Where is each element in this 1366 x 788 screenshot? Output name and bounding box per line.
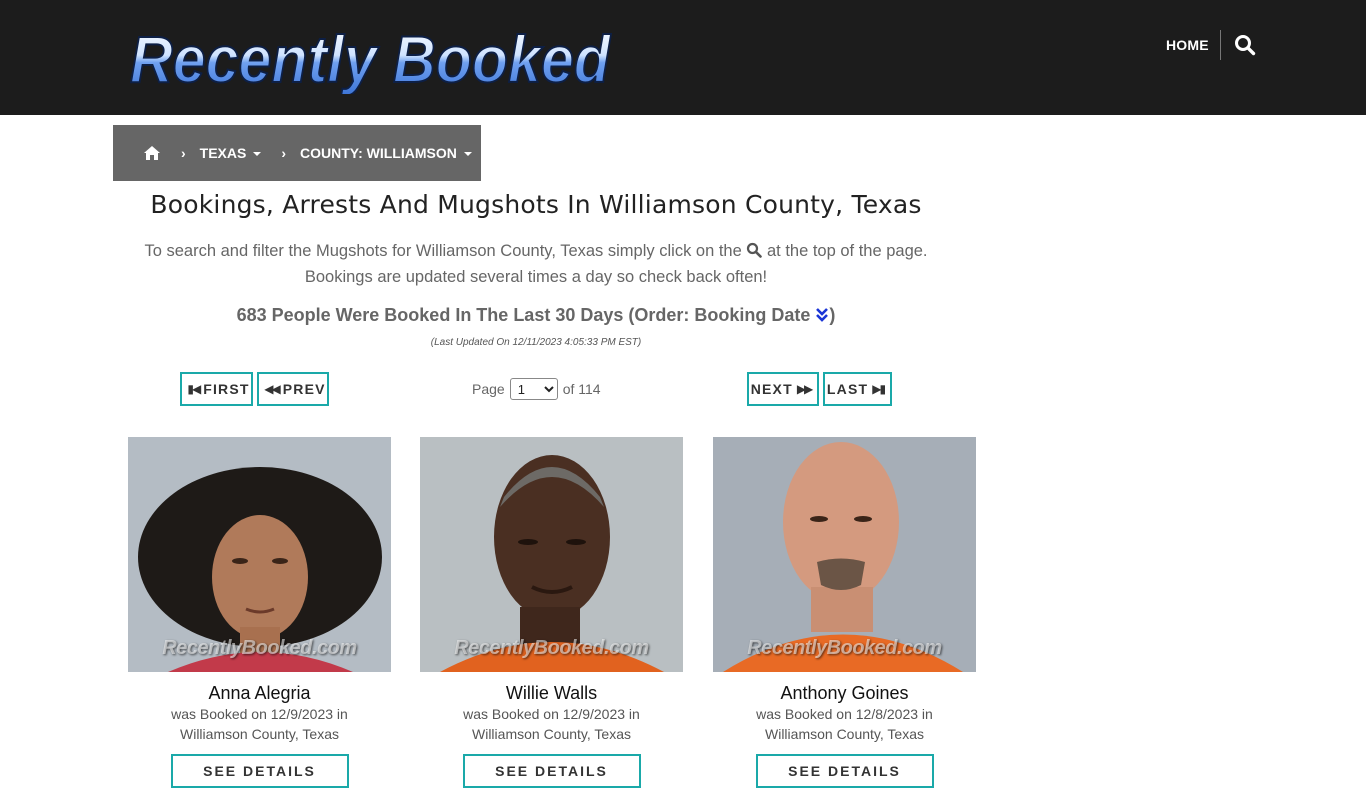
- page-title: Bookings, Arrests And Mugshots In Willia…: [150, 190, 922, 219]
- first-page-button[interactable]: ▮◀ FIRST: [180, 372, 253, 406]
- booking-location: Williamson County, Texas: [765, 726, 924, 742]
- search-icon[interactable]: [1234, 34, 1256, 56]
- page-total: of 114: [562, 381, 601, 397]
- booking-date: was Booked on 12/9/2023 in: [463, 706, 640, 722]
- breadcrumb-county-label: COUNTY: WILLIAMSON: [300, 145, 457, 161]
- site-header: Recently Booked HOME: [0, 0, 1366, 115]
- last-updated: (Last Updated On 12/11/2023 4:05:33 PM E…: [430, 337, 642, 348]
- booking-card[interactable]: RecentlyBooked.com Anna Alegria was Book…: [128, 437, 391, 788]
- skip-forward-icon: ▶▮: [872, 382, 886, 396]
- last-page-button[interactable]: LAST ▶▮: [823, 372, 892, 406]
- first-label: FIRST: [203, 381, 250, 397]
- booking-count-text: 683 People Were Booked In The Last 30 Da…: [236, 305, 811, 325]
- site-logo[interactable]: Recently Booked: [126, 18, 616, 94]
- watermark: RecentlyBooked.com: [162, 637, 357, 659]
- booking-date: was Booked on 12/8/2023 in: [756, 706, 933, 722]
- booking-location: Williamson County, Texas: [472, 726, 631, 742]
- intro-line2: Bookings are updated several times a day…: [304, 268, 768, 286]
- caret-down-icon: [253, 151, 262, 156]
- booking-count: 683 People Were Booked In The Last 30 Da…: [113, 305, 959, 326]
- see-details-button[interactable]: SEE DETAILS: [462, 754, 641, 788]
- booking-count-close: ): [829, 305, 836, 325]
- intro-line1-end: at the top of the page.: [766, 242, 928, 260]
- breadcrumb-county[interactable]: COUNTY: WILLIAMSON: [300, 145, 472, 161]
- prev-page-button[interactable]: ◀◀ PREV: [257, 372, 329, 406]
- inmate-name[interactable]: Anthony Goines: [713, 682, 976, 704]
- booking-date: was Booked on 12/9/2023 in: [171, 706, 348, 722]
- inmate-name[interactable]: Willie Walls: [420, 682, 683, 704]
- booking-card[interactable]: RecentlyBooked.com Willie Walls was Book…: [420, 437, 683, 788]
- nav-divider: [1220, 30, 1221, 60]
- mugshot-photo[interactable]: RecentlyBooked.com: [713, 437, 976, 672]
- nav-home-link[interactable]: HOME: [1166, 36, 1209, 54]
- booking-card[interactable]: RecentlyBooked.com Anthony Goines was Bo…: [713, 437, 976, 788]
- watermark: RecentlyBooked.com: [454, 637, 649, 659]
- prev-label: PREV: [282, 381, 326, 397]
- mugshot-photo[interactable]: RecentlyBooked.com: [420, 437, 683, 672]
- rewind-icon: ◀◀: [264, 382, 281, 396]
- intro-text: To search and filter the Mugshots for Wi…: [113, 238, 959, 290]
- logo-text: Recently Booked: [130, 22, 612, 94]
- caret-down-icon: [463, 151, 472, 156]
- search-icon: [746, 240, 763, 258]
- inmate-name[interactable]: Anna Alegria: [128, 682, 391, 704]
- chevron-right-icon: ›: [281, 145, 287, 161]
- see-details-button[interactable]: SEE DETAILS: [170, 754, 349, 788]
- last-label: LAST: [826, 381, 869, 397]
- breadcrumb-state-label: TEXAS: [199, 145, 247, 161]
- next-page-button[interactable]: NEXT ▶▶: [747, 372, 819, 406]
- double-chevron-down-icon[interactable]: [815, 307, 829, 323]
- page-selector: Page 1 of 114: [472, 378, 601, 400]
- next-label: NEXT: [750, 381, 793, 397]
- mugshot-photo[interactable]: RecentlyBooked.com: [128, 437, 391, 672]
- booking-location: Williamson County, Texas: [180, 726, 339, 742]
- intro-line1-start: To search and filter the Mugshots for Wi…: [144, 242, 742, 260]
- chevron-right-icon: ›: [181, 145, 186, 161]
- breadcrumb-state[interactable]: TEXAS: [200, 145, 262, 161]
- watermark: RecentlyBooked.com: [747, 637, 942, 659]
- page-select[interactable]: 1: [509, 378, 558, 400]
- skip-back-icon: ▮◀: [187, 382, 201, 396]
- page-label: Page: [472, 381, 505, 397]
- fast-forward-icon: ▶▶: [796, 382, 814, 396]
- home-icon[interactable]: [143, 145, 161, 161]
- see-details-button[interactable]: SEE DETAILS: [755, 754, 934, 788]
- breadcrumb: › TEXAS › COUNTY: WILLIAMSON: [113, 125, 481, 181]
